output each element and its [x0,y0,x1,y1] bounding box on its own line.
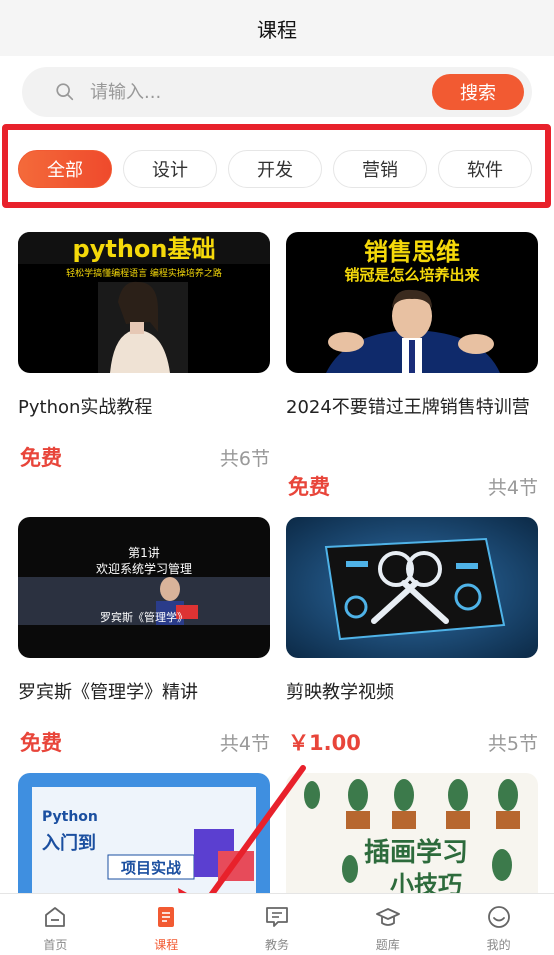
thumb-intro-label: 入门到 [42,832,96,854]
app-header: 课程 [0,0,554,56]
tab-software[interactable]: 软件 [438,150,532,188]
tab-development[interactable]: 开发 [228,150,322,188]
nav-label: 我的 [486,938,511,952]
search-bar: 搜索 [22,67,532,117]
nav-item-home[interactable]: 首页 [0,894,111,955]
thumb-headline: python基础 [73,235,216,263]
thumb-tips-label: 小技巧 [390,871,462,893]
course-thumbnail: 销售思维 销冠是怎么培养出来 [286,232,538,373]
thumb-illustration-title: 插画学习 [364,837,468,868]
thumb-lecture-number: 第1讲 [128,545,160,560]
course-icon [158,907,175,927]
course-card[interactable]: 销售思维 销冠是怎么培养出来 2024不要错过王牌销售特训营 免费 共4节 [286,232,538,502]
course-price: ￥1.00 [288,731,361,755]
nav-item-question-bank[interactable]: 题库 [332,894,443,955]
chat-icon [266,907,288,927]
thumb-lecture-title: 欢迎系统学习管理 [96,561,192,576]
course-thumbnail: 插画学习 小技巧 [286,773,538,893]
course-thumbnail [286,517,538,658]
page-title: 课程 [257,17,297,42]
search-button[interactable]: 搜索 [432,74,524,110]
nav-item-academic[interactable]: 教务 [222,894,333,955]
course-card[interactable]: python基础 轻松学搞懂编程语言 编程实操培养之路 Python实战教程 免… [18,232,270,472]
tab-design[interactable]: 设计 [123,150,217,188]
course-thumbnail: 第1讲 欢迎系统学习管理 罗宾斯《管理学》 [18,517,270,658]
course-thumbnail: Python 入门到 项目实战 [18,773,270,893]
nav-label: 课程 [154,938,179,952]
course-card[interactable]: 剪映教学视频 ￥1.00 共5节 [286,517,538,757]
course-lesson-count: 共4节 [219,733,270,755]
course-card[interactable]: 第1讲 欢迎系统学习管理 罗宾斯《管理学》 罗宾斯《管理学》精讲 免费 共4节 [18,517,270,757]
tab-marketing[interactable]: 营销 [333,150,427,188]
course-thumbnail: python基础 轻松学搞懂编程语言 编程实操培养之路 [18,232,270,373]
nav-item-profile[interactable]: 我的 [443,894,554,955]
thumb-subline: 销冠是怎么培养出来 [344,266,480,284]
course-price: 免费 [20,446,62,470]
course-price: 免费 [20,731,62,755]
course-card[interactable]: Python 入门到 项目实战 [18,773,270,893]
course-title: 2024不要错过王牌销售特训营 [286,397,530,418]
thumb-python-label: Python [42,809,98,825]
graduation-cap-icon [375,908,400,926]
course-lesson-count: 共5节 [487,733,538,755]
course-price: 免费 [288,475,330,499]
tab-all[interactable]: 全部 [18,150,112,188]
home-icon [45,907,66,927]
thumb-headline: 销售思维 [364,238,460,266]
nav-item-courses[interactable]: 课程 [111,894,222,955]
nav-label: 教务 [264,938,289,952]
thumb-book-title: 罗宾斯《管理学》 [100,610,188,624]
nav-label: 首页 [43,938,68,952]
course-title: 剪映教学视频 [286,682,394,703]
search-icon [56,83,74,101]
thumb-subline: 轻松学搞懂编程语言 编程实操培养之路 [66,267,222,279]
thumb-project-label: 项目实战 [121,859,181,877]
course-lesson-count: 共6节 [219,448,270,470]
search-input[interactable] [90,67,420,117]
course-lesson-count: 共4节 [487,477,538,499]
course-card[interactable]: 插画学习 小技巧 [286,773,538,893]
nav-label: 题库 [375,938,400,952]
smile-icon [487,906,510,928]
course-title: Python实战教程 [18,397,153,418]
bottom-nav: 首页 课程 教务 题库 我的 [0,893,554,955]
course-title: 罗宾斯《管理学》精讲 [18,682,198,703]
